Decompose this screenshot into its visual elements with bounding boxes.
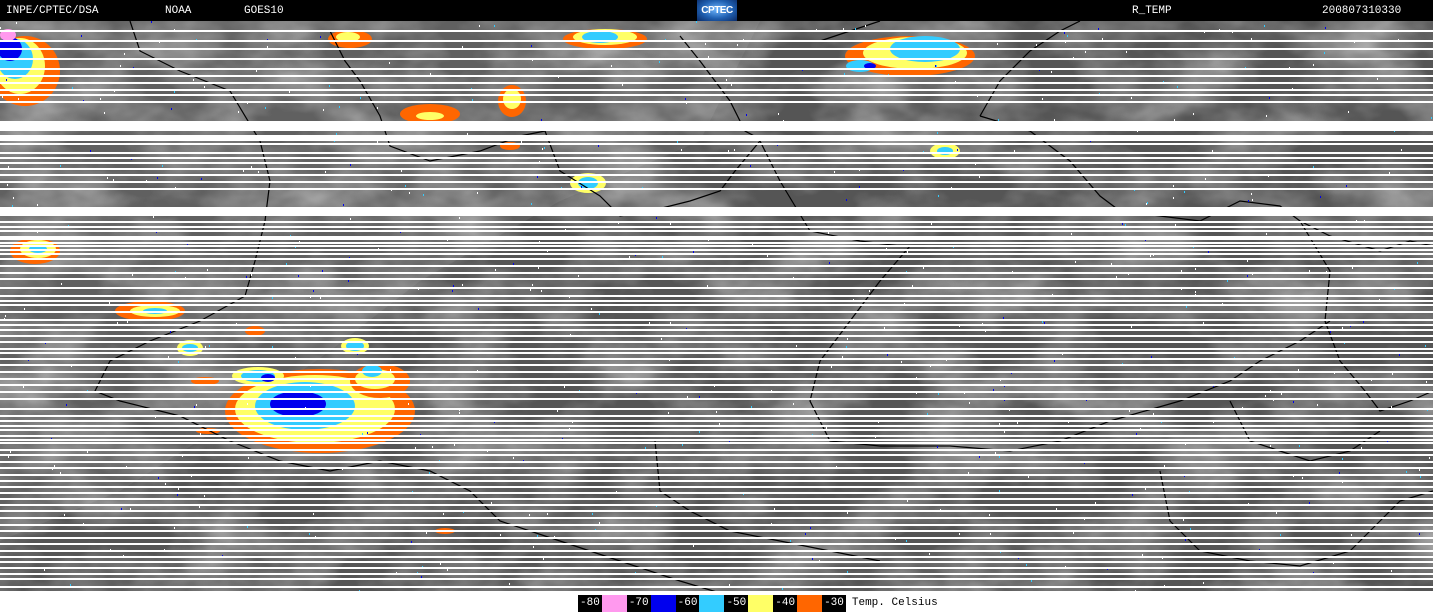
- legend-swatch: [699, 595, 725, 612]
- legend-value: -40: [773, 595, 798, 612]
- legend-swatch: [748, 595, 774, 612]
- cell-small-1: [341, 338, 369, 354]
- satellite-label: GOES10: [244, 5, 284, 17]
- temperature-legend: -80 -70 -60 -50 -40 -30 Temp. Celsius: [578, 595, 938, 612]
- legend-value: -60: [675, 595, 700, 612]
- datetime-label: 200807310330: [1322, 5, 1402, 17]
- legend-swatch: [650, 595, 676, 612]
- legend-value: -70: [626, 595, 651, 612]
- legend-swatch: [797, 595, 823, 612]
- legend-value: -50: [724, 595, 749, 612]
- legend-value: -80: [578, 595, 602, 612]
- agency-label: NOAA: [165, 5, 192, 17]
- product-label: R_TEMP: [1132, 5, 1172, 17]
- satellite-image: [0, 20, 1433, 594]
- header-bar: INPE/CPTEC/DSA NOAA GOES10 CPTEC R_TEMP …: [0, 0, 1433, 21]
- satellite-map-svg: [0, 20, 1433, 594]
- legend-value: -30: [822, 595, 846, 612]
- cptec-logo: CPTEC: [697, 0, 737, 21]
- source-label: INPE/CPTEC/DSA: [6, 5, 99, 17]
- cloud-texture: [0, 21, 1433, 593]
- legend-unit: Temp. Celsius: [845, 595, 938, 612]
- legend-swatch: [601, 595, 627, 612]
- cell-storm-north: [232, 367, 284, 385]
